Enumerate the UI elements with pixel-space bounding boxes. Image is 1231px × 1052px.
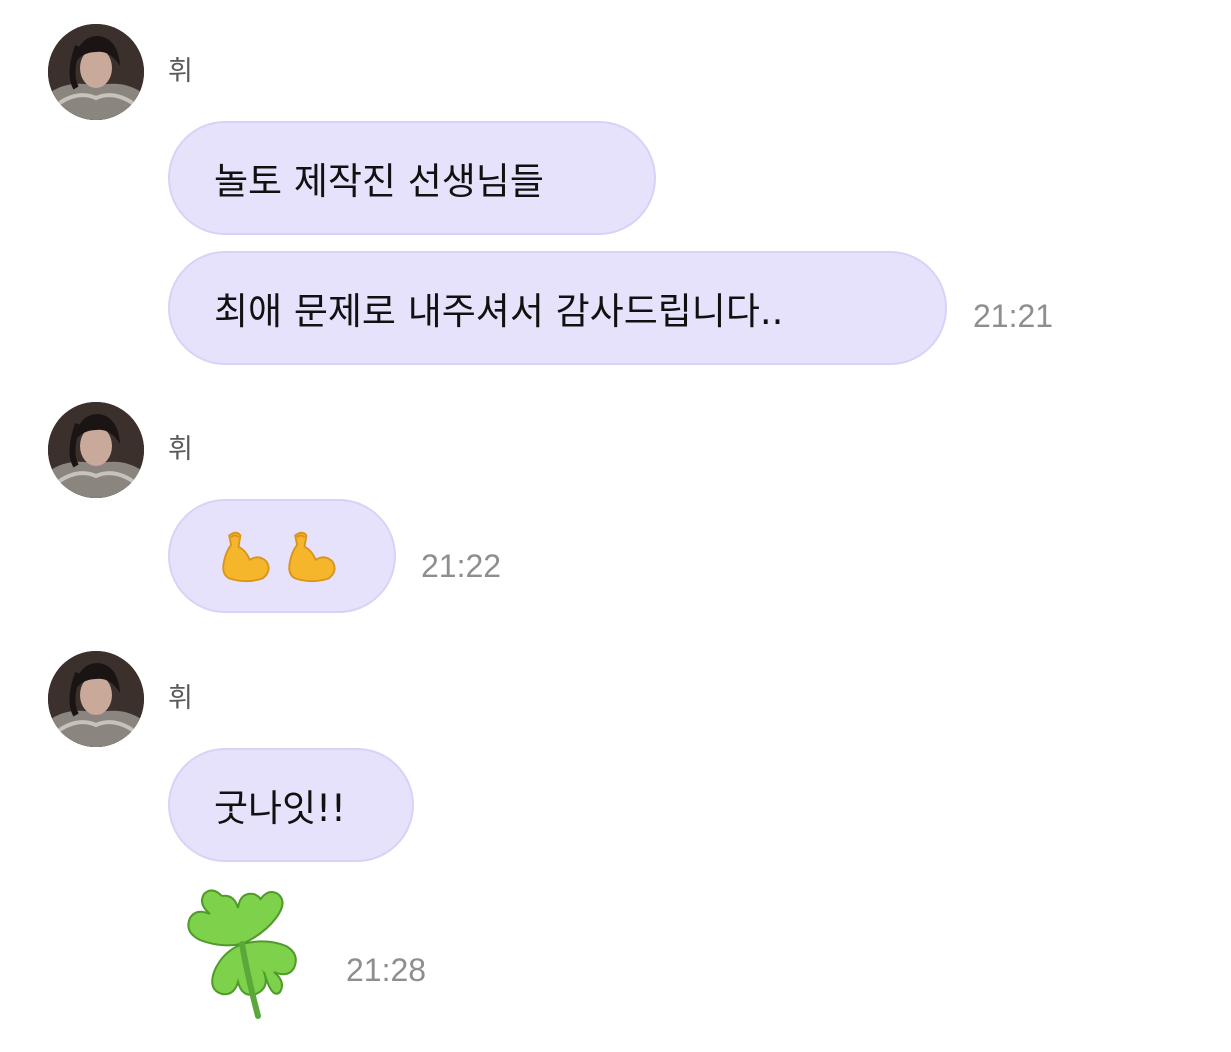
flexed-biceps-icon: [288, 531, 336, 583]
timestamp: 21:22: [421, 548, 502, 584]
message-bubble[interactable]: 굿나잇!!: [168, 748, 414, 862]
flexed-biceps-icon: [222, 531, 270, 583]
sender-name: 휘: [168, 434, 193, 465]
message-bubble[interactable]: 최애 문제로 내주셔서 감사드립니다..: [168, 251, 947, 365]
avatar[interactable]: [48, 651, 144, 747]
four-leaf-clover-icon[interactable]: [178, 882, 308, 1022]
timestamp: 21:21: [973, 298, 1054, 334]
timestamp: 21:28: [346, 952, 427, 988]
profile-photo: [48, 402, 144, 498]
profile-photo: [48, 651, 144, 747]
sender-name: 휘: [168, 56, 193, 87]
avatar[interactable]: [48, 402, 144, 498]
message-bubble[interactable]: 놀토 제작진 선생님들: [168, 121, 656, 235]
message-bubble[interactable]: [168, 499, 396, 613]
sender-name: 휘: [168, 683, 193, 714]
profile-photo: [48, 24, 144, 120]
avatar[interactable]: [48, 24, 144, 120]
